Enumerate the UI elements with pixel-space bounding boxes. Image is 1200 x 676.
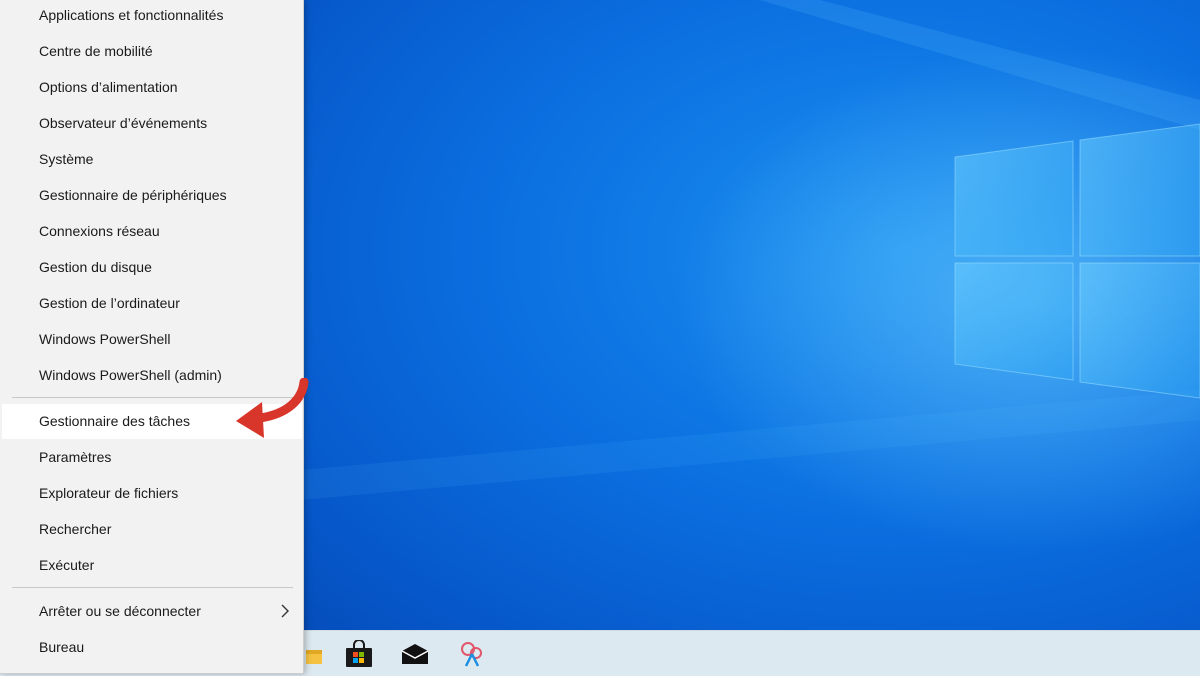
menu-item-apps-features[interactable]: Applications et fonctionnalités	[2, 0, 302, 32]
menu-item-device-manager[interactable]: Gestionnaire de périphériques	[2, 178, 302, 212]
chevron-right-icon	[281, 604, 289, 618]
menu-item-desktop[interactable]: Bureau	[2, 630, 302, 664]
menu-item-search[interactable]: Rechercher	[2, 512, 302, 546]
menu-item-disk-management[interactable]: Gestion du disque	[2, 250, 302, 284]
menu-item-network-connections[interactable]: Connexions réseau	[2, 214, 302, 248]
menu-item-file-explorer[interactable]: Explorateur de fichiers	[2, 476, 302, 510]
menu-item-system[interactable]: Système	[2, 142, 302, 176]
menu-item-run[interactable]: Exécuter	[2, 548, 302, 582]
winx-context-menu: Applications et fonctionnalités Centre d…	[0, 0, 304, 674]
menu-item-powershell[interactable]: Windows PowerShell	[2, 322, 302, 356]
mail-icon[interactable]	[401, 640, 429, 668]
menu-item-computer-management[interactable]: Gestion de l’ordinateur	[2, 286, 302, 320]
menu-item-power-options[interactable]: Options d’alimentation	[2, 70, 302, 104]
snip-sketch-icon[interactable]	[458, 640, 486, 668]
menu-item-mobility-center[interactable]: Centre de mobilité	[2, 34, 302, 68]
menu-separator	[12, 587, 293, 588]
menu-item-shutdown-signout[interactable]: Arrêter ou se déconnecter	[2, 594, 302, 628]
menu-item-event-viewer[interactable]: Observateur d’événements	[2, 106, 302, 140]
store-icon[interactable]	[345, 640, 373, 668]
red-curved-arrow-icon	[236, 378, 309, 438]
menu-item-label: Arrêter ou se déconnecter	[39, 603, 201, 619]
